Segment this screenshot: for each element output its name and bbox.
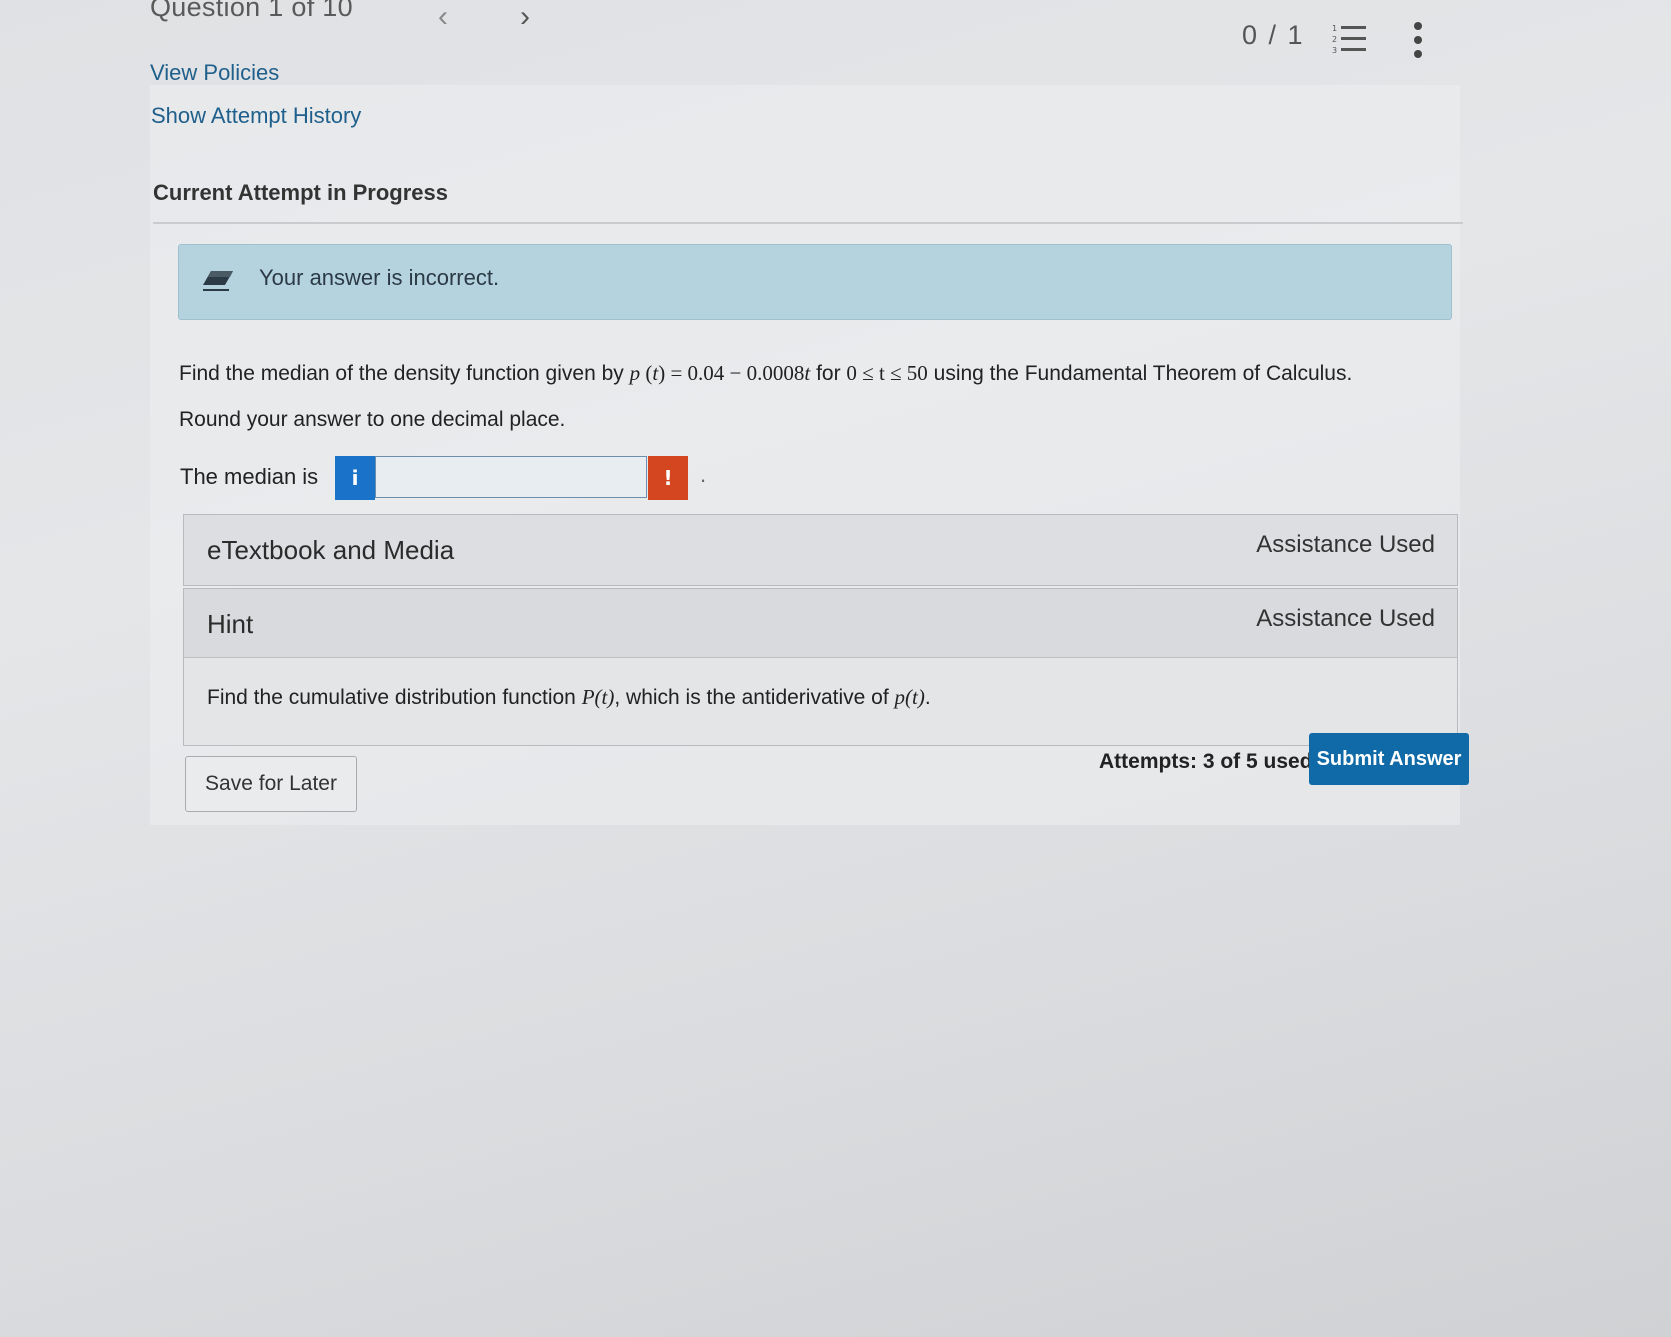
hint-mid: , which is the antiderivative of	[614, 686, 895, 709]
score-display: 0 / 1	[1242, 20, 1305, 50]
etextbook-accordion: eTextbook and Media Assistance Used	[183, 514, 1458, 586]
svg-text:2: 2	[1332, 35, 1337, 44]
kebab-menu-icon[interactable]	[1412, 20, 1424, 60]
question-suffix: using the Fundamental Theorem of Calculu…	[927, 362, 1353, 385]
show-attempt-history-link[interactable]: Show Attempt History	[151, 103, 361, 129]
divider	[153, 222, 1463, 224]
trailing-period: .	[700, 462, 707, 487]
hint-prefix: Find the cumulative distribution functio…	[207, 686, 582, 709]
question-instruction: Round your answer to one decimal place.	[179, 408, 566, 431]
svg-text:3: 3	[1332, 46, 1337, 55]
info-icon[interactable]: i	[335, 456, 375, 500]
hint-accordion: Hint Assistance Used Find the cumulative…	[183, 588, 1458, 746]
hint-pdf-text: p(t)	[894, 685, 925, 709]
hint-cdf: P(t)	[582, 685, 615, 709]
page: Question 1 of 10 ‹ › 0 / 1 1 2 3 View Po…	[0, 0, 1671, 1337]
etextbook-header[interactable]: eTextbook and Media Assistance Used	[184, 515, 1457, 583]
word-for: for	[810, 362, 847, 385]
attempts-counter: Attempts: 3 of 5 used	[1099, 750, 1313, 773]
submit-answer-button[interactable]: Submit Answer	[1309, 733, 1469, 785]
svg-text:1: 1	[1332, 24, 1337, 33]
func-arg: t	[652, 361, 659, 385]
hint-cdf-text: P(t)	[581, 685, 615, 709]
etextbook-title: eTextbook and Media	[207, 535, 455, 565]
hint-title: Hint	[207, 609, 254, 639]
question-counter: Question 1 of 10	[150, 0, 353, 22]
median-answer-input[interactable]	[375, 456, 647, 498]
view-policies-link[interactable]: View Policies	[150, 60, 279, 86]
error-icon: !	[648, 456, 688, 500]
func-body: 0.04 − 0.0008	[687, 361, 805, 385]
density-function: p (t) = 0.04 − 0.0008t	[629, 361, 811, 385]
section-title: Current Attempt in Progress	[153, 180, 449, 205]
hint-pdf: p(t)	[895, 685, 925, 709]
etextbook-status: Assistance Used	[1256, 531, 1435, 558]
domain: 0 ≤ t ≤ 50	[846, 361, 928, 385]
numbered-list-icon[interactable]: 1 2 3	[1332, 22, 1368, 56]
chevron-left-icon[interactable]: ‹	[438, 0, 448, 34]
alert-message: Your answer is incorrect.	[259, 265, 500, 290]
eraser-icon	[203, 271, 233, 291]
save-for-later-button[interactable]: Save for Later	[185, 756, 357, 812]
hint-status: Assistance Used	[1256, 605, 1435, 632]
incorrect-alert: Your answer is incorrect.	[178, 244, 1452, 320]
hint-end: .	[924, 686, 931, 709]
question-text: Find the median of the density function …	[179, 350, 1469, 443]
chevron-right-icon[interactable]: ›	[520, 0, 530, 34]
question-statement: Find the median of the density function …	[179, 350, 1469, 397]
hint-header[interactable]: Hint Assistance Used	[184, 589, 1457, 658]
hint-body: Find the cumulative distribution functio…	[207, 685, 931, 710]
answer-label: The median is	[180, 464, 319, 489]
question-prefix: Find the median of the density function …	[179, 362, 630, 385]
func-name: p	[629, 361, 641, 385]
